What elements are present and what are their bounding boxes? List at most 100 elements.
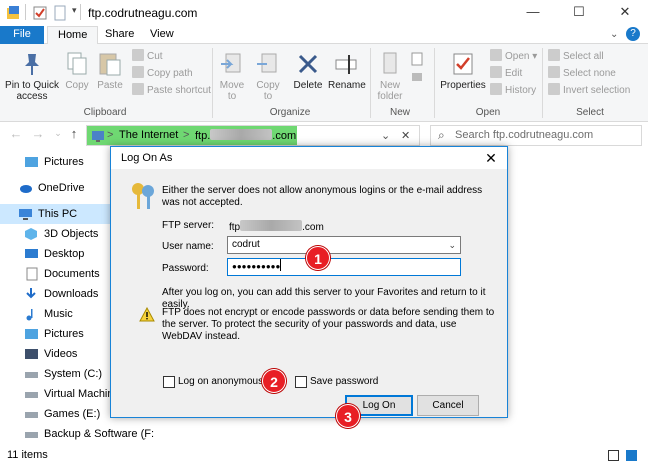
select-all-label: Select all (563, 51, 604, 62)
pictures-icon (25, 157, 38, 167)
scroll-down-chevron-icon[interactable]: ⌄ (140, 432, 148, 443)
maximize-button[interactable]: ☐ (556, 0, 602, 26)
minimize-button[interactable]: — (510, 0, 556, 26)
select-all-button[interactable]: Select all (548, 49, 604, 65)
sidebar-item-label: Pictures (44, 328, 84, 340)
new-folder-button[interactable]: New folder (372, 50, 408, 102)
dialog-title: Log On As (121, 152, 173, 164)
sidebar-item-label: Desktop (44, 248, 85, 260)
pictures-icon (25, 329, 38, 339)
ribbon-collapse-chevron-icon[interactable]: ⌄ (610, 29, 618, 40)
dialog-close-icon[interactable]: ✕ (481, 147, 501, 169)
select-none-button[interactable]: Select none (548, 66, 616, 82)
properties-quick-icon[interactable] (32, 5, 48, 21)
copy-button[interactable]: Copy (62, 50, 92, 91)
up-arrow-icon[interactable]: ↑ (66, 126, 82, 144)
stop-x-icon[interactable]: ✕ (401, 129, 410, 142)
copy-label: Copy (65, 80, 89, 91)
step-badge-3: 3 (336, 404, 360, 428)
dialog-title-bar: Log On As ✕ (111, 147, 507, 169)
search-box[interactable]: ⌕ Search ftp.codrutneagu.com (430, 125, 642, 146)
title-bar: ▾ ftp.codrutneagu.com — ☐ ✕ (0, 0, 648, 26)
group-divider (542, 48, 543, 118)
sidebar-item-label: 3D Objects (44, 228, 99, 240)
forward-arrow-icon[interactable]: → (30, 126, 46, 144)
delete-button[interactable]: Delete (290, 50, 326, 91)
sidebar-item-label: Videos (44, 348, 78, 360)
select-all-icon (548, 49, 560, 61)
checkbox-box[interactable] (163, 376, 175, 388)
paste-icon (99, 53, 121, 76)
copy-path-button[interactable]: Copy path (132, 66, 193, 82)
help-icon[interactable]: ? (626, 27, 640, 41)
address-segment-internet[interactable]: The Internet (119, 129, 178, 141)
address-separator: > (107, 129, 114, 141)
paste-button[interactable]: Paste (94, 50, 126, 91)
sidebar-item-label: This PC (38, 208, 78, 220)
tab-share[interactable]: Share (95, 26, 144, 44)
cut-button[interactable]: Cut (132, 49, 163, 65)
ftp-server-suffix: .com (302, 222, 324, 233)
move-to-label: Move to (219, 80, 245, 102)
large-icons-view-icon[interactable] (626, 450, 637, 461)
ftp-server-value: ftp .com (229, 220, 324, 234)
new-item-icon[interactable] (410, 52, 426, 66)
sidebar-item-backup-f[interactable]: Backup & Software (F: (0, 424, 154, 444)
tab-home[interactable]: Home (47, 26, 99, 45)
tab-view[interactable]: View (140, 26, 184, 44)
copy-to-button[interactable]: Copy to (252, 50, 284, 102)
pin-icon (25, 54, 39, 75)
edit-button[interactable]: Edit (490, 66, 522, 82)
copy-to-icon (257, 53, 277, 73)
history-button[interactable]: History (490, 83, 536, 99)
select-none-label: Select none (563, 68, 616, 79)
address-bar[interactable]: > The Internet > ftp. .com ⌄ ✕ (86, 125, 420, 146)
cancel-button[interactable]: Cancel (417, 395, 479, 416)
paste-shortcut-label: Paste shortcut (147, 85, 211, 96)
details-view-icon[interactable] (608, 450, 619, 461)
address-segment-ftp[interactable]: ftp. .com (195, 129, 296, 142)
rename-button[interactable]: Rename (328, 50, 366, 91)
history-icon (490, 83, 502, 95)
step-badge-1: 1 (306, 246, 330, 270)
username-dropdown-chevron-icon[interactable]: ⌄ (448, 237, 456, 253)
open-button[interactable]: Open ▾ (490, 49, 537, 65)
invert-selection-button[interactable]: Invert selection (548, 83, 630, 99)
ribbon: Pin to Quick access Copy Paste Cut Copy … (0, 44, 648, 122)
address-separator: > (183, 129, 190, 141)
paste-label: Paste (97, 80, 123, 91)
cube-icon (25, 228, 37, 240)
search-icon: ⌕ (438, 128, 445, 142)
navigation-bar: ← → ⌄ ↑ > The Internet > ftp. .com ⌄ ✕ ⌕ … (0, 122, 648, 148)
paste-shortcut-button[interactable]: Paste shortcut (132, 83, 211, 99)
close-window-button[interactable]: ✕ (602, 0, 648, 26)
open-group-label: Open (475, 107, 501, 118)
customize-qa-chevron-icon[interactable]: ▾ (72, 5, 77, 16)
new-folder-quick-icon[interactable] (52, 5, 68, 21)
password-field[interactable]: ●●●●●●●●●● (227, 258, 461, 276)
sidebar-item-label: Games (E:) (44, 408, 101, 420)
group-divider (434, 48, 435, 118)
cloud-icon (20, 185, 32, 193)
edit-icon (490, 66, 502, 78)
tab-file[interactable]: File (0, 26, 44, 44)
address-dropdown-chevron-icon[interactable]: ⌄ (381, 129, 390, 142)
download-arrow-icon (26, 288, 36, 299)
quick-access-icon[interactable] (6, 5, 22, 21)
drive-icon (25, 372, 38, 378)
username-field[interactable]: codrut ⌄ (227, 236, 461, 254)
properties-icon (453, 53, 473, 75)
search-placeholder: Search ftp.codrutneagu.com (455, 129, 594, 141)
recent-locations-chevron-icon[interactable]: ⌄ (50, 128, 66, 146)
group-divider (212, 48, 213, 118)
sidebar-item-label: Pictures (44, 156, 84, 168)
paste-shortcut-icon (132, 83, 144, 95)
easy-access-icon[interactable] (410, 70, 426, 84)
checkbox-box[interactable] (295, 376, 307, 388)
properties-button[interactable]: Properties (438, 50, 488, 91)
pin-quick-access-button[interactable]: Pin to Quick access (4, 50, 60, 102)
new-group-label: New (389, 107, 410, 118)
sidebar-item-label: System (C:) (44, 368, 103, 380)
back-arrow-icon[interactable]: ← (8, 126, 24, 144)
move-to-button[interactable]: Move to (216, 50, 248, 102)
